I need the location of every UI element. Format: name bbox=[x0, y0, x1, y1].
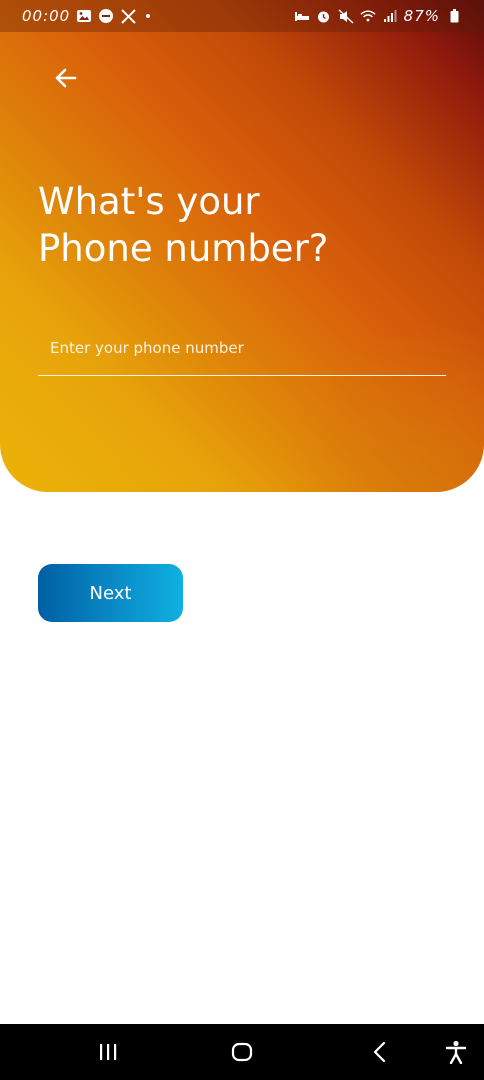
page-title-line-2: Phone number? bbox=[38, 227, 329, 270]
home-icon bbox=[231, 1042, 253, 1062]
phone-number-input[interactable] bbox=[38, 330, 446, 376]
back-button[interactable] bbox=[48, 60, 84, 96]
back-icon bbox=[373, 1041, 386, 1063]
x-app-icon bbox=[120, 8, 136, 24]
sleep-mode-icon bbox=[294, 8, 310, 24]
battery-percentage: 87% bbox=[403, 7, 440, 25]
status-right: 87% bbox=[294, 7, 462, 25]
gallery-icon bbox=[76, 8, 92, 24]
recent-apps-button[interactable] bbox=[80, 1024, 136, 1080]
wifi-icon bbox=[360, 8, 376, 24]
notification-dot-icon bbox=[146, 14, 151, 18]
nav-back-button[interactable] bbox=[352, 1024, 408, 1080]
recent-apps-icon bbox=[100, 1044, 117, 1060]
page-title-line-1: What's your bbox=[38, 180, 260, 223]
next-button[interactable]: Next bbox=[38, 564, 183, 622]
arrow-left-icon bbox=[55, 68, 77, 88]
status-left: 00:00 bbox=[22, 7, 151, 25]
phone-number-screen: 00:00 87% What's your Phone number? Ente… bbox=[0, 0, 484, 1080]
header-card: 00:00 87% What's your Phone number? Ente… bbox=[0, 0, 484, 492]
accessibility-button[interactable] bbox=[428, 1024, 484, 1080]
home-button[interactable] bbox=[214, 1024, 270, 1080]
accessibility-icon bbox=[445, 1040, 467, 1064]
mute-icon bbox=[338, 8, 354, 24]
alarm-icon bbox=[316, 8, 332, 24]
navigation-bar bbox=[0, 1024, 484, 1080]
page-title: What's your Phone number? bbox=[38, 178, 458, 272]
do-not-disturb-icon bbox=[98, 8, 114, 24]
status-time: 00:00 bbox=[22, 7, 71, 25]
signal-icon bbox=[382, 8, 398, 24]
battery-icon bbox=[446, 8, 462, 24]
status-bar: 00:00 87% bbox=[0, 0, 484, 32]
